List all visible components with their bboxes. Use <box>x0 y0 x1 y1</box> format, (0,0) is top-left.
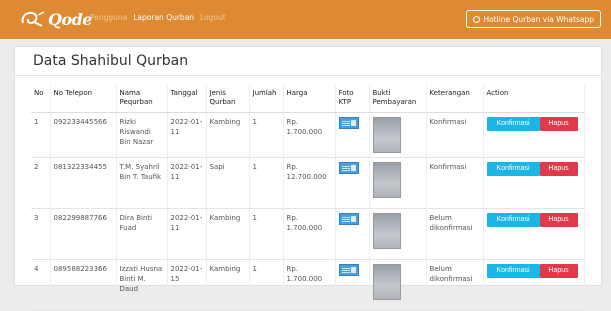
cell-jumlah: 1 <box>249 259 284 311</box>
header-keterangan: Keterangan <box>426 85 484 113</box>
data-card: Data Shahibul Qurban No No Telepon Nama … <box>14 46 602 311</box>
nav-links: Pengguna Laporan Qurban Logout <box>90 13 226 22</box>
bukti-pembayaran-thumbnail[interactable] <box>372 263 401 300</box>
cell-nama: T.M. Syahril Bin T. Taufik <box>116 157 168 209</box>
hapus-button[interactable]: Hapus <box>539 212 578 227</box>
header-no: No <box>31 85 51 113</box>
nav-link-logout[interactable]: Logout <box>200 13 226 22</box>
bukti-pembayaran-thumbnail[interactable] <box>372 161 401 198</box>
cell-keterangan: Belum dikonfirmasi <box>426 208 484 260</box>
cell-jenis: Kambing <box>206 112 250 158</box>
cell-nama: Izzati Husna Binti M. Daud <box>116 259 168 311</box>
cell-no: 3 <box>31 208 51 260</box>
cell-jenis: Kambing <box>206 259 250 311</box>
header-nama-pequrban: Nama Pequrban <box>116 85 168 113</box>
cell-bukti <box>369 208 427 260</box>
cell-jenis: Sapi <box>206 157 250 209</box>
konfirmasi-button[interactable]: Konfirmasi <box>486 263 540 278</box>
cell-foto-ktp <box>335 259 370 311</box>
cell-tanggal: 2022-01-11 <box>167 112 207 158</box>
cell-tanggal: 2022-01-15 <box>167 259 207 311</box>
cell-telepon: 089588223366 <box>50 259 117 311</box>
hotline-label: Hotline Qurban via Whatsapp <box>483 14 594 24</box>
hapus-button[interactable]: Hapus <box>539 263 578 278</box>
cell-action: Konfirmasi Hapus <box>483 112 585 158</box>
cell-jumlah: 1 <box>249 112 284 158</box>
qurban-table: No No Telepon Nama Pequrban Tanggal Jeni… <box>31 85 585 311</box>
cell-tanggal: 2022-01-11 <box>167 208 207 260</box>
ktp-thumbnail[interactable] <box>338 263 359 276</box>
nav-link-laporan-qurban[interactable]: Laporan Qurban <box>133 13 194 22</box>
cell-action: Konfirmasi Hapus <box>483 157 585 209</box>
table-row: 4 089588223366 Izzati Husna Binti M. Dau… <box>31 259 585 311</box>
cell-keterangan: Belum dikonfirmasi <box>426 259 484 311</box>
cell-keterangan: Konfirmasi <box>426 112 484 158</box>
table-header-row: No No Telepon Nama Pequrban Tanggal Jeni… <box>31 85 585 113</box>
header-foto-ktp: Foto KTP <box>335 85 370 113</box>
header-action: Action <box>483 85 585 113</box>
cell-keterangan: Konfirmasi <box>426 157 484 209</box>
cell-foto-ktp <box>335 157 370 209</box>
cell-bukti <box>369 259 427 311</box>
navbar: Qode Pengguna Laporan Qurban Logout Hotl… <box>0 0 611 39</box>
cell-harga: Rp. 12.700.000 <box>283 157 336 209</box>
ktp-thumbnail[interactable] <box>338 116 359 129</box>
cell-telepon: 092233445566 <box>50 112 117 158</box>
whatsapp-icon <box>473 15 481 23</box>
cell-harga: Rp. 1.700.000 <box>283 259 336 311</box>
cell-no: 2 <box>31 157 51 209</box>
konfirmasi-button[interactable]: Konfirmasi <box>486 161 540 176</box>
header-harga: Harga <box>283 85 336 113</box>
table-row: 3 082299887766 Dira Binti Fuad 2022-01-1… <box>31 208 585 260</box>
cell-bukti <box>369 112 427 158</box>
cell-bukti <box>369 157 427 209</box>
cell-action: Konfirmasi Hapus <box>483 208 585 260</box>
konfirmasi-button[interactable]: Konfirmasi <box>486 116 540 131</box>
table-row: 1 092233445566 Rizki Riswandi Bin Nazar … <box>31 112 585 158</box>
cell-harga: Rp. 1.700.000 <box>283 208 336 260</box>
logo[interactable]: Qode <box>20 8 92 30</box>
hotline-whatsapp-button[interactable]: Hotline Qurban via Whatsapp <box>466 10 601 28</box>
logo-text: Qode <box>48 9 92 29</box>
cell-telepon: 081322334455 <box>50 157 117 209</box>
nav-link-pengguna[interactable]: Pengguna <box>90 13 127 22</box>
cell-jenis: Kambing <box>206 208 250 260</box>
cell-harga: Rp. 1.700.000 <box>283 112 336 158</box>
header-jumlah: Jumlah <box>249 85 284 113</box>
bukti-pembayaran-thumbnail[interactable] <box>372 116 401 153</box>
cell-foto-ktp <box>335 112 370 158</box>
ktp-thumbnail[interactable] <box>338 161 359 174</box>
header-bukti-pembayaran: Bukti Pembayaran <box>369 85 427 113</box>
cell-tanggal: 2022-01-11 <box>167 157 207 209</box>
cell-nama: Rizki Riswandi Bin Nazar <box>116 112 168 158</box>
konfirmasi-button[interactable]: Konfirmasi <box>486 212 540 227</box>
cell-telepon: 082299887766 <box>50 208 117 260</box>
hapus-button[interactable]: Hapus <box>539 116 578 131</box>
header-jenis-qurban: Jenis Qurban <box>206 85 250 113</box>
hapus-button[interactable]: Hapus <box>539 161 578 176</box>
cell-foto-ktp <box>335 208 370 260</box>
ktp-thumbnail[interactable] <box>338 212 359 225</box>
cell-action: Konfirmasi Hapus <box>483 259 585 311</box>
logo-mark-icon <box>20 9 46 29</box>
header-tanggal: Tanggal <box>167 85 207 113</box>
cell-no: 4 <box>31 259 51 311</box>
card-divider <box>15 75 601 76</box>
cell-jumlah: 1 <box>249 157 284 209</box>
cell-nama: Dira Binti Fuad <box>116 208 168 260</box>
page-title: Data Shahibul Qurban <box>33 53 189 69</box>
cell-no: 1 <box>31 112 51 158</box>
bukti-pembayaran-thumbnail[interactable] <box>372 212 401 249</box>
header-no-telepon: No Telepon <box>50 85 117 113</box>
table-row: 2 081322334455 T.M. Syahril Bin T. Taufi… <box>31 157 585 209</box>
cell-jumlah: 1 <box>249 208 284 260</box>
